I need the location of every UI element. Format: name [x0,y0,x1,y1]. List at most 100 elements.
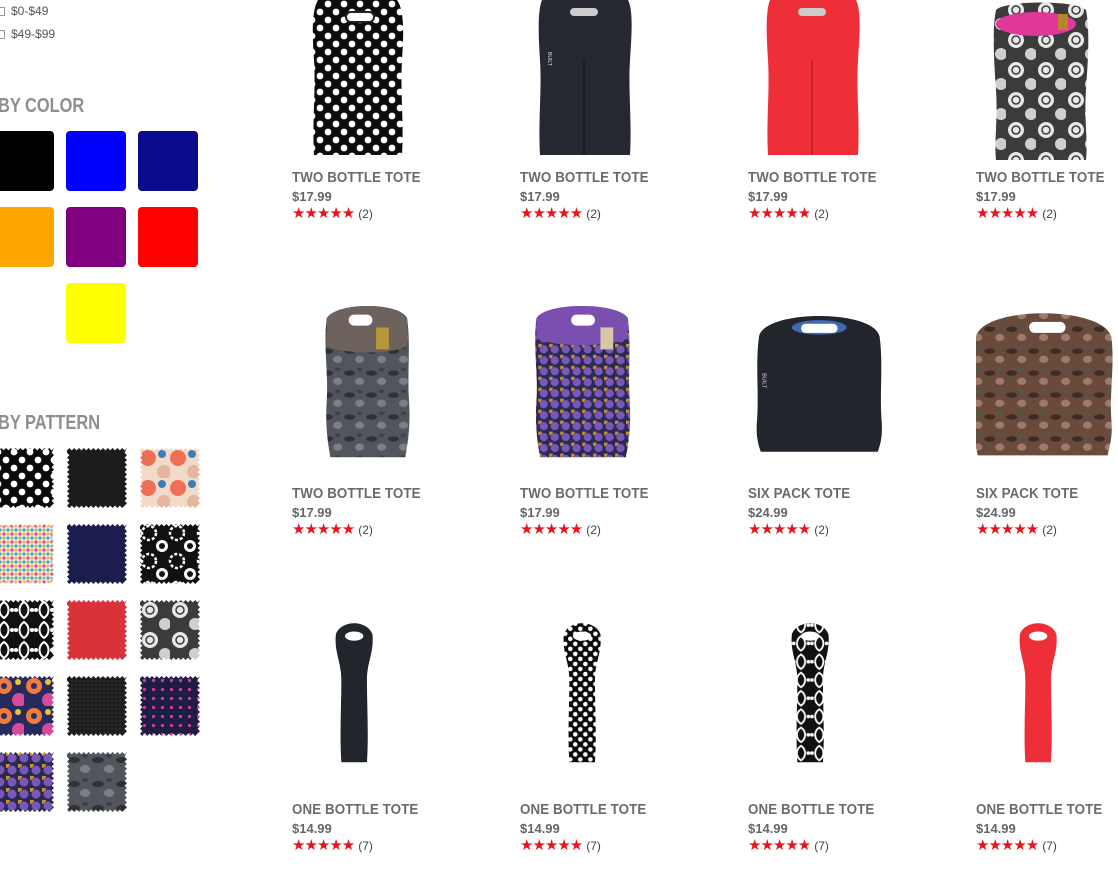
product-name[interactable]: ONE BOTTLE TOTE [748,802,874,818]
product-image-two-bottle-purple-dots[interactable] [520,300,690,470]
price-filter-0-49[interactable]: $0-$49 [0,4,48,18]
review-count[interactable]: (7) [814,839,829,853]
product-image-six-pack-camo[interactable] [976,300,1118,470]
product-name[interactable]: SIX PACK TOTE [748,486,850,502]
review-count[interactable]: (7) [1042,839,1057,853]
product-image-two-bottle-polka-dot[interactable] [292,0,462,170]
product-rating: ★★★★★ (2) [520,522,601,537]
product-name[interactable]: TWO BOTTLE TOTE [976,170,1105,186]
review-count[interactable]: (2) [358,207,373,221]
price-filter-label: $0-$49 [11,4,49,18]
product-image-two-bottle-camo[interactable] [292,300,462,470]
color-swatch-navy[interactable] [138,131,198,191]
star-rating-icon: ★★★★★ [976,205,1039,222]
product-price: $17.99 [520,505,560,520]
product-image-two-bottle-black[interactable]: BUILT [520,0,690,170]
product-card[interactable]: TWO BOTTLE TOTE $17.99 ★★★★★ (2) [292,300,462,550]
color-swatch-blue[interactable] [66,131,126,191]
product-card[interactable]: TWO BOTTLE TOTE $17.99 ★★★★★ (2) [748,0,918,250]
star-rating-icon: ★★★★★ [748,837,811,854]
product-image-one-bottle-damask[interactable] [748,616,918,786]
pattern-swatch-gray-camo[interactable] [67,752,127,812]
star-rating-icon: ★★★★★ [292,521,355,538]
review-count[interactable]: (2) [814,207,829,221]
pattern-swatch-black-white-floral[interactable] [140,524,200,584]
star-rating-icon: ★★★★★ [748,521,811,538]
color-swatch-purple[interactable] [66,207,126,267]
product-rating: ★★★★★ (7) [748,838,829,853]
product-image-six-pack-black[interactable]: BUILT [748,300,918,470]
product-name[interactable]: TWO BOTTLE TOTE [520,170,649,186]
star-rating-icon: ★★★★★ [520,205,583,222]
pattern-swatch-solid-black[interactable] [67,448,127,508]
product-price: $17.99 [748,189,788,204]
review-count[interactable]: (2) [586,207,601,221]
product-rating: ★★★★★ (2) [292,522,373,537]
product-name[interactable]: ONE BOTTLE TOTE [292,802,418,818]
product-name[interactable]: TWO BOTTLE TOTE [748,170,877,186]
product-price: $24.99 [976,505,1016,520]
product-name[interactable]: ONE BOTTLE TOTE [976,802,1102,818]
price-filter-label: $49-$99 [11,27,56,41]
product-price: $17.99 [520,189,560,204]
product-rating: ★★★★★ (2) [748,522,829,537]
color-swatch-black[interactable] [0,131,54,191]
pattern-swatch-gray-rose[interactable] [140,600,200,660]
product-card[interactable]: TWO BOTTLE TOTE $17.99 ★★★★★ (2) [292,0,462,250]
review-count[interactable]: (2) [814,523,829,537]
price-filter-49-99[interactable]: $49-$99 [0,27,55,41]
product-image-one-bottle-red[interactable] [976,616,1118,786]
color-swatch-orange[interactable] [0,207,54,267]
product-price: $14.99 [748,821,788,836]
product-card[interactable]: BUILT SIX PACK TOTE $24.99 ★★★★★ (2) [748,300,918,550]
pattern-swatch-damask[interactable] [0,600,54,660]
product-name[interactable]: TWO BOTTLE TOTE [520,486,649,502]
color-swatch-red[interactable] [138,207,198,267]
product-price: $14.99 [976,821,1016,836]
pattern-swatch-solid-navy[interactable] [67,524,127,584]
product-card[interactable]: TWO BOTTLE TOTE $17.99 ★★★★★ (2) [520,300,690,550]
product-image-one-bottle-black[interactable] [292,616,462,786]
review-count[interactable]: (2) [1042,523,1057,537]
star-rating-icon: ★★★★★ [520,837,583,854]
review-count[interactable]: (7) [586,839,601,853]
product-price: $14.99 [520,821,560,836]
product-rating: ★★★★★ (7) [976,838,1057,853]
review-count[interactable]: (2) [358,523,373,537]
star-rating-icon: ★★★★★ [520,521,583,538]
pattern-swatch-solid-red[interactable] [67,600,127,660]
product-name[interactable]: TWO BOTTLE TOTE [292,170,421,186]
product-card[interactable]: ONE BOTTLE TOTE $14.99 ★★★★★ (7) [976,616,1118,866]
product-card[interactable]: ONE BOTTLE TOTE $14.99 ★★★★★ (7) [748,616,918,866]
product-rating: ★★★★★ (7) [292,838,373,853]
product-card[interactable]: SIX PACK TOTE $24.99 ★★★★★ (2) [976,300,1118,550]
product-image-one-bottle-polka-dot[interactable] [520,616,690,786]
pattern-swatch-multicolor-dots[interactable] [0,524,54,584]
color-swatch-yellow[interactable] [66,283,126,343]
product-rating: ★★★★★ (2) [976,206,1057,221]
product-name[interactable]: ONE BOTTLE TOTE [520,802,646,818]
checkbox[interactable] [0,6,5,16]
product-image-two-bottle-floral[interactable] [976,0,1118,170]
product-card[interactable]: ONE BOTTLE TOTE $14.99 ★★★★★ (7) [292,616,462,866]
review-count[interactable]: (2) [1042,207,1057,221]
product-card[interactable]: TWO BOTTLE TOTE $17.99 ★★★★★ (2) [976,0,1118,250]
review-count[interactable]: (2) [586,523,601,537]
product-card[interactable]: ONE BOTTLE TOTE $14.99 ★★★★★ (7) [520,616,690,866]
pattern-swatch-bright-floral[interactable] [0,676,54,736]
filter-sidebar: $0-$49 $49-$99 BY COLOR BY PATTERN [0,0,240,877]
product-image-two-bottle-red[interactable] [748,0,918,170]
pattern-swatch-navy-pink-dots[interactable] [140,676,200,736]
product-card[interactable]: BUILT TWO BOTTLE TOTE $17.99 ★★★★★ (2) [520,0,690,250]
product-price: $14.99 [292,821,332,836]
pattern-swatch-dark-texture[interactable] [67,676,127,736]
product-price: $17.99 [976,189,1016,204]
star-rating-icon: ★★★★★ [292,205,355,222]
pattern-swatch-purple-gold-dots[interactable] [0,752,54,812]
product-name[interactable]: TWO BOTTLE TOTE [292,486,421,502]
pattern-swatch-white-dots[interactable] [0,448,54,508]
pattern-swatch-pink-floral[interactable] [140,448,200,508]
checkbox[interactable] [0,29,5,39]
product-name[interactable]: SIX PACK TOTE [976,486,1078,502]
review-count[interactable]: (7) [358,839,373,853]
